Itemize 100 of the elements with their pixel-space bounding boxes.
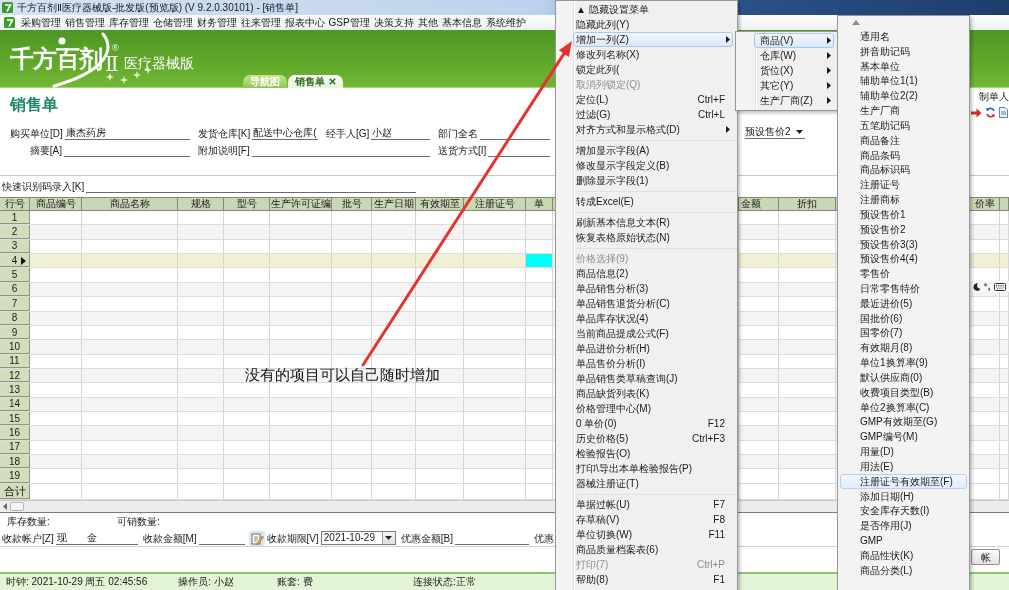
- menu-item[interactable]: 国批价(6): [840, 310, 967, 326]
- column-header[interactable]: 商品名称: [82, 198, 178, 210]
- menu-item[interactable]: 日常零售特价: [840, 281, 967, 296]
- menu-item[interactable]: 单品销售分析(3): [573, 281, 733, 296]
- menu-item[interactable]: 单据过帐(U) F7: [573, 497, 733, 512]
- menu-item[interactable]: 辅助单位2(2): [840, 88, 967, 104]
- menu-item[interactable]: 生产厂商(Z): [754, 93, 834, 108]
- column-header[interactable]: 型号: [224, 198, 270, 210]
- menu-item[interactable]: 商品质量档案表(6): [573, 542, 733, 557]
- menu-item[interactable]: 转成Excel(E): [573, 194, 733, 209]
- menu-item[interactable]: 商品信息(2): [573, 266, 733, 281]
- price-dropdown[interactable]: 预设售价2: [745, 126, 805, 139]
- document-icon[interactable]: [999, 107, 1008, 118]
- menu-bar-item[interactable]: 决策支持: [373, 16, 415, 29]
- menu-item[interactable]: 注册证号: [840, 177, 967, 193]
- menu-item[interactable]: GMP: [840, 533, 967, 548]
- column-header[interactable]: 商品编号: [30, 198, 82, 210]
- menu-item[interactable]: 有效期月(8): [840, 340, 967, 356]
- menu-item[interactable]: 零售价: [840, 266, 967, 282]
- menu-bar-item[interactable]: 库存管理: [108, 16, 149, 29]
- menu-bar-item[interactable]: 采购管理: [20, 16, 61, 29]
- menu-item[interactable]: 单品销售退货分析(C): [573, 296, 733, 311]
- menu-bar-item[interactable]: GSP管理: [328, 16, 371, 29]
- menu-item[interactable]: 最近进价(5): [840, 295, 967, 311]
- menu-item[interactable]: 定位(L) Ctrl+F: [573, 92, 733, 107]
- column-header[interactable]: 批号: [332, 198, 372, 210]
- menu-item[interactable]: 单品销售类草稿查询(J): [573, 371, 733, 386]
- clipboard-pencil-icon[interactable]: [248, 530, 265, 546]
- menu-item[interactable]: 增加一列(Z): [573, 32, 733, 47]
- column-header[interactable]: 行号: [0, 198, 30, 210]
- scroll-up-icon[interactable]: [852, 20, 860, 25]
- menu-item[interactable]: 国零价(7): [840, 325, 967, 341]
- app-icon[interactable]: [4, 17, 15, 28]
- menu-item[interactable]: 货位(X): [754, 63, 834, 78]
- menu-item[interactable]: 生产厂商: [840, 103, 967, 118]
- menu-item[interactable]: 商品条码: [840, 147, 967, 163]
- menu-item[interactable]: 安全库存天数(I): [840, 503, 967, 519]
- close-icon[interactable]: [329, 78, 336, 85]
- moon-icon[interactable]: [973, 282, 981, 291]
- menu-item[interactable]: ▲ 隐藏设置菜单: [573, 2, 733, 17]
- menu-item[interactable]: 商品性状(K): [840, 548, 967, 563]
- menu-item[interactable]: 收费项目类型(B): [840, 384, 967, 400]
- current-cell[interactable]: [526, 254, 553, 268]
- menu-item[interactable]: 修改显示字段定义(B): [573, 158, 733, 173]
- menu-bar-item[interactable]: 系统维护: [485, 16, 527, 29]
- menu-item[interactable]: 注册证号有效期至(F): [840, 473, 967, 489]
- menu-bar-item[interactable]: 往来管理: [240, 16, 281, 29]
- menu-item[interactable]: 当前商品提成公式(F): [573, 326, 733, 341]
- menu-bar-item[interactable]: 销售管理: [64, 16, 105, 29]
- menu-item[interactable]: 辅助单位1(1): [840, 73, 967, 89]
- text-field[interactable]: 小赵: [371, 127, 430, 140]
- menu-item[interactable]: 帮助(8) F1: [573, 572, 733, 587]
- scrollbar-thumb[interactable]: [10, 502, 24, 511]
- menu-item[interactable]: 单位2换算率(C): [840, 399, 967, 415]
- menu-bar-item[interactable]: 报表中心: [284, 16, 325, 29]
- menu-item[interactable]: 是否停用(J): [840, 518, 967, 534]
- menu-bar-item[interactable]: 其他: [417, 16, 439, 29]
- menu-item[interactable]: 商品标识码: [840, 162, 967, 178]
- menu-item[interactable]: 商品备注: [840, 132, 967, 148]
- menu-item[interactable]: 锁定此列(: [573, 62, 733, 77]
- column-header[interactable]: 折扣: [779, 198, 836, 210]
- column-header[interactable]: 注册证号: [464, 198, 526, 210]
- menu-item[interactable]: 隐藏此列(Y): [573, 17, 733, 32]
- menu-bar-item[interactable]: 仓储管理: [152, 16, 193, 29]
- menu-item[interactable]: 增加显示字段(A): [573, 143, 733, 158]
- punctuation-icon[interactable]: [984, 282, 991, 291]
- menu-item[interactable]: 其它(Y): [754, 78, 834, 93]
- tab[interactable]: 销售单: [288, 75, 343, 88]
- column-header[interactable]: 生产许可证编: [270, 198, 332, 210]
- menu-item[interactable]: 删除显示字段(1): [573, 173, 733, 188]
- column-header[interactable]: 规格: [178, 198, 224, 210]
- column-header[interactable]: 生产日期: [372, 198, 416, 210]
- text-field[interactable]: 康杰药房: [64, 127, 190, 140]
- menu-item[interactable]: 过滤(G) Ctrl+L: [573, 107, 733, 122]
- menu-item[interactable]: 基本单位: [840, 58, 967, 74]
- menu-item[interactable]: 单品库存状况(4): [573, 311, 733, 326]
- action-button[interactable]: 帐: [971, 549, 1000, 565]
- menu-item[interactable]: 存草稿(V) F8: [573, 512, 733, 527]
- text-field[interactable]: 现 金: [55, 532, 138, 545]
- menu-item[interactable]: 对齐方式和显示格式(D): [573, 122, 733, 137]
- scroll-left-icon[interactable]: [3, 503, 7, 510]
- menu-item[interactable]: 添加日期(H): [840, 488, 967, 504]
- keyboard-icon[interactable]: [994, 282, 1006, 291]
- menu-bar-item[interactable]: 财务管理: [196, 16, 237, 29]
- refresh-icon[interactable]: [985, 107, 996, 118]
- text-field[interactable]: 配送中心仓库(: [252, 127, 318, 140]
- menu-item[interactable]: 商品(V): [754, 33, 834, 48]
- menu-item[interactable]: 单品进价分析(H): [573, 341, 733, 356]
- menu-item[interactable]: 拼音助记码: [840, 43, 967, 59]
- menu-item[interactable]: 注册商标: [840, 192, 967, 207]
- menu-item[interactable]: 单位1换算率(9): [840, 355, 967, 371]
- menu-item[interactable]: 商品分类(L): [840, 562, 967, 578]
- menu-item[interactable]: 单位切换(W) F11: [573, 527, 733, 542]
- menu-bar-item[interactable]: 基本信息: [441, 16, 483, 29]
- menu-item[interactable]: 仓库(W): [754, 48, 834, 63]
- menu-item[interactable]: 默认供应商(0): [840, 370, 967, 385]
- menu-item[interactable]: 通用名: [840, 29, 967, 44]
- column-header[interactable]: 金额: [739, 198, 779, 210]
- menu-item[interactable]: 单品售价分析(I): [573, 356, 733, 371]
- menu-item[interactable]: 五笔助记码: [840, 117, 967, 133]
